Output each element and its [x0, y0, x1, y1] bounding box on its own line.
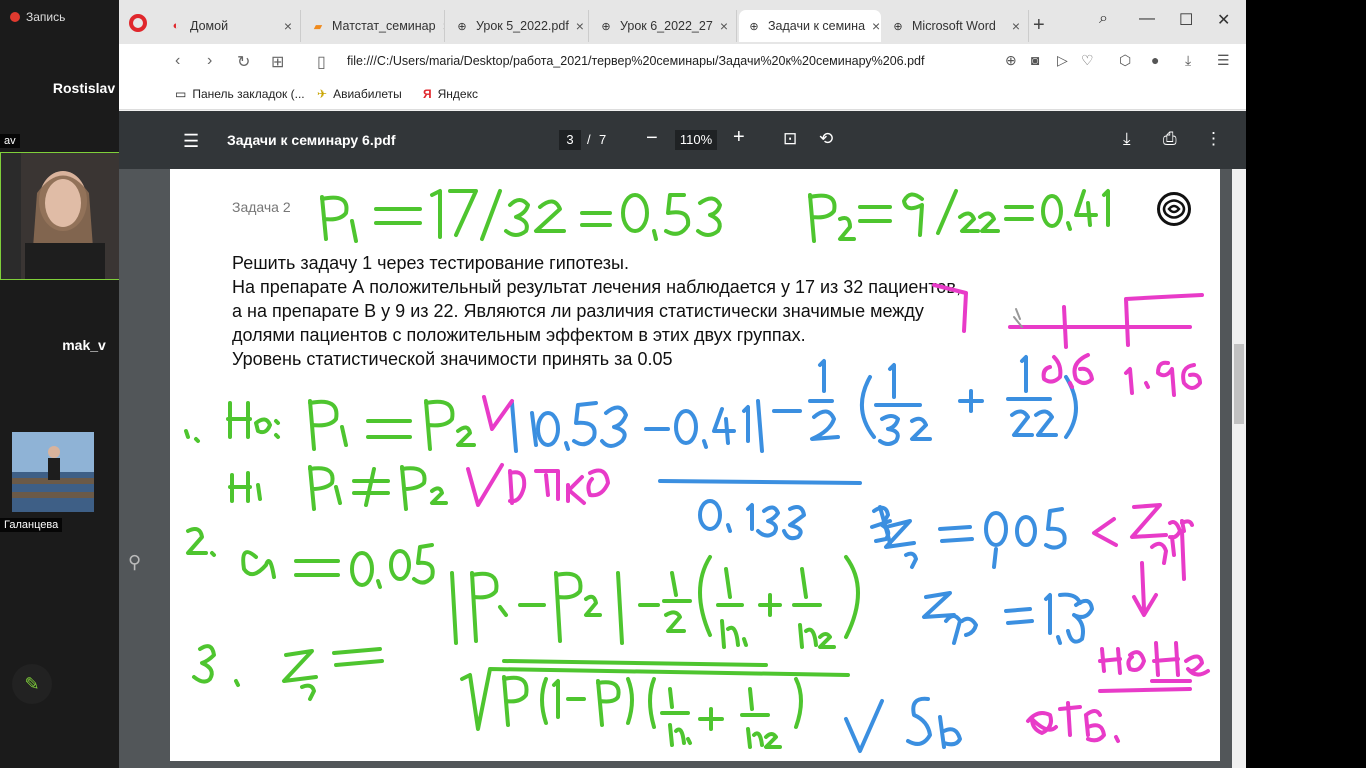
- tab-lesson6[interactable]: ⊕ Урок 6_2022_27 ×: [591, 10, 737, 42]
- maximize-icon[interactable]: ☐: [1179, 10, 1193, 30]
- new-tab-icon[interactable]: +: [1033, 14, 1045, 37]
- pdf-title: Задачи к семинару 6.pdf: [227, 132, 396, 148]
- globe-icon: ⊕: [749, 20, 759, 33]
- heart-icon[interactable]: ♡: [1081, 52, 1094, 69]
- document-icon: ▰: [313, 20, 323, 33]
- bookmark-flights[interactable]: ✈ Авиабилеты: [317, 87, 402, 101]
- tab-label: Задачи к семина: [768, 19, 866, 33]
- tab-matstat[interactable]: ▰ Матстат_семинар ×: [303, 10, 445, 42]
- bookmark-label: Яндекс: [437, 87, 478, 101]
- opera-logo-icon[interactable]: [129, 14, 147, 32]
- pdf-toolbar: ☰ Задачи к семинару 6.pdf 3 / 7 − 110% +…: [119, 111, 1246, 169]
- page-total: 7: [599, 132, 607, 147]
- zoom-icon[interactable]: ⊕: [1005, 52, 1017, 69]
- globe-icon: ⊕: [601, 20, 611, 33]
- close-icon[interactable]: ×: [284, 18, 292, 34]
- window-close-icon[interactable]: ✕: [1217, 10, 1230, 30]
- tab-label: Microsoft Word: [912, 19, 996, 33]
- download-icon[interactable]: ⤓: [1185, 52, 1191, 69]
- opera-home-icon: ◐: [172, 20, 180, 32]
- ink-pink: [466, 283, 1210, 743]
- camera-icon[interactable]: ◙: [1031, 52, 1039, 68]
- ink-green: [184, 189, 1110, 749]
- back-icon[interactable]: ‹: [175, 52, 180, 70]
- rotate-icon[interactable]: ⟲: [819, 129, 833, 149]
- zoom-out-icon[interactable]: −: [646, 127, 658, 150]
- close-icon[interactable]: ×: [720, 18, 728, 34]
- tab-label: Урок 5_2022.pdf: [476, 19, 569, 33]
- recording-label: Запись: [26, 10, 66, 24]
- close-icon[interactable]: ×: [443, 18, 444, 34]
- plane-icon: ✈: [317, 87, 328, 101]
- scrollbar-thumb[interactable]: [1234, 344, 1244, 424]
- download-icon[interactable]: ⤓: [1123, 129, 1131, 149]
- avatar-icon[interactable]: ●: [1151, 52, 1159, 68]
- video-label: av: [0, 134, 20, 148]
- bookmark-label: Панель закладок (...: [192, 87, 305, 101]
- address-bar: ‹ › ↻ ⊞ ▯ file:///C:/Users/maria/Desktop…: [119, 44, 1246, 80]
- minimize-icon[interactable]: —: [1139, 10, 1155, 28]
- fit-page-icon[interactable]: ⊡: [783, 129, 797, 149]
- tab-lesson5[interactable]: ⊕ Урок 5_2022.pdf ×: [447, 10, 589, 42]
- lightbulb-icon[interactable]: ⚲: [128, 552, 152, 576]
- extensions-icon[interactable]: ⬡: [1119, 52, 1131, 69]
- globe-icon: ⊕: [893, 20, 903, 33]
- pencil-icon[interactable]: ✎: [12, 664, 52, 704]
- send-icon[interactable]: ▷: [1057, 52, 1068, 69]
- bookmark-yandex[interactable]: Я Яндекс: [423, 87, 478, 101]
- scrollbar[interactable]: [1232, 169, 1246, 768]
- record-dot-icon: [10, 12, 20, 22]
- folder-icon: ▭: [175, 87, 187, 101]
- print-icon[interactable]: ⎙: [1163, 129, 1177, 149]
- zoom-level[interactable]: 110%: [675, 130, 717, 150]
- tab-home[interactable]: ◐ Домой ×: [161, 10, 301, 42]
- tab-word[interactable]: ⊕ Microsoft Word ×: [883, 10, 1029, 42]
- reload-icon[interactable]: ↻: [237, 52, 250, 72]
- bookmarks-bar: ▭ Панель закладок (... ✈ Авиабилеты Я Ян…: [119, 80, 1246, 110]
- menu-icon[interactable]: ☰: [183, 131, 199, 152]
- recording-indicator: Запись: [10, 10, 65, 24]
- participant-thumbnail[interactable]: [12, 432, 94, 512]
- screen: Запись Rostislav av mak_v Галанцева ✎ ◐ …: [0, 0, 1366, 768]
- close-icon[interactable]: ×: [576, 18, 584, 34]
- page-number-input[interactable]: 3: [559, 130, 581, 150]
- tab-bar: ◐ Домой × ▰ Матстат_семинар × ⊕ Урок 5_2…: [119, 0, 1246, 44]
- pdf-viewer: Задача 2 Решить задачу 1 через тестирова…: [119, 169, 1246, 768]
- search-icon[interactable]: ⌕: [1099, 10, 1108, 28]
- pdf-page: Задача 2 Решить задачу 1 через тестирова…: [170, 169, 1220, 761]
- bookmark-label: Авиабилеты: [333, 87, 402, 101]
- close-icon[interactable]: ×: [1012, 18, 1020, 34]
- page-separator: /: [587, 132, 591, 147]
- globe-icon: ⊕: [457, 20, 467, 33]
- url-field[interactable]: file:///C:/Users/maria/Desktop/работа_20…: [347, 54, 924, 68]
- bookmark-panel[interactable]: ▭ Панель закладок (...: [175, 87, 305, 101]
- tab-label: Урок 6_2022_27: [620, 19, 713, 33]
- zoom-in-icon[interactable]: +: [733, 126, 745, 149]
- tab-tasks-active[interactable]: ⊕ Задачи к семина ×: [739, 10, 881, 42]
- speed-dial-icon[interactable]: ⊞: [271, 52, 284, 72]
- yandex-icon: Я: [423, 87, 432, 101]
- close-icon[interactable]: ×: [872, 18, 880, 34]
- file-icon: ▯: [317, 54, 326, 71]
- tab-label: Домой: [190, 19, 229, 33]
- browser-window: ◐ Домой × ▰ Матстат_семинар × ⊕ Урок 5_2…: [119, 0, 1246, 768]
- video-label: Галанцева: [0, 518, 63, 532]
- settings-icon[interactable]: ☰: [1217, 52, 1230, 69]
- tab-label: Матстат_семинар: [332, 19, 436, 33]
- thumbnail-image-icon: [12, 432, 94, 512]
- handwritten-annotations: [184, 189, 1210, 753]
- forward-icon[interactable]: ›: [207, 52, 212, 70]
- more-vert-icon[interactable]: ⋮: [1205, 129, 1222, 149]
